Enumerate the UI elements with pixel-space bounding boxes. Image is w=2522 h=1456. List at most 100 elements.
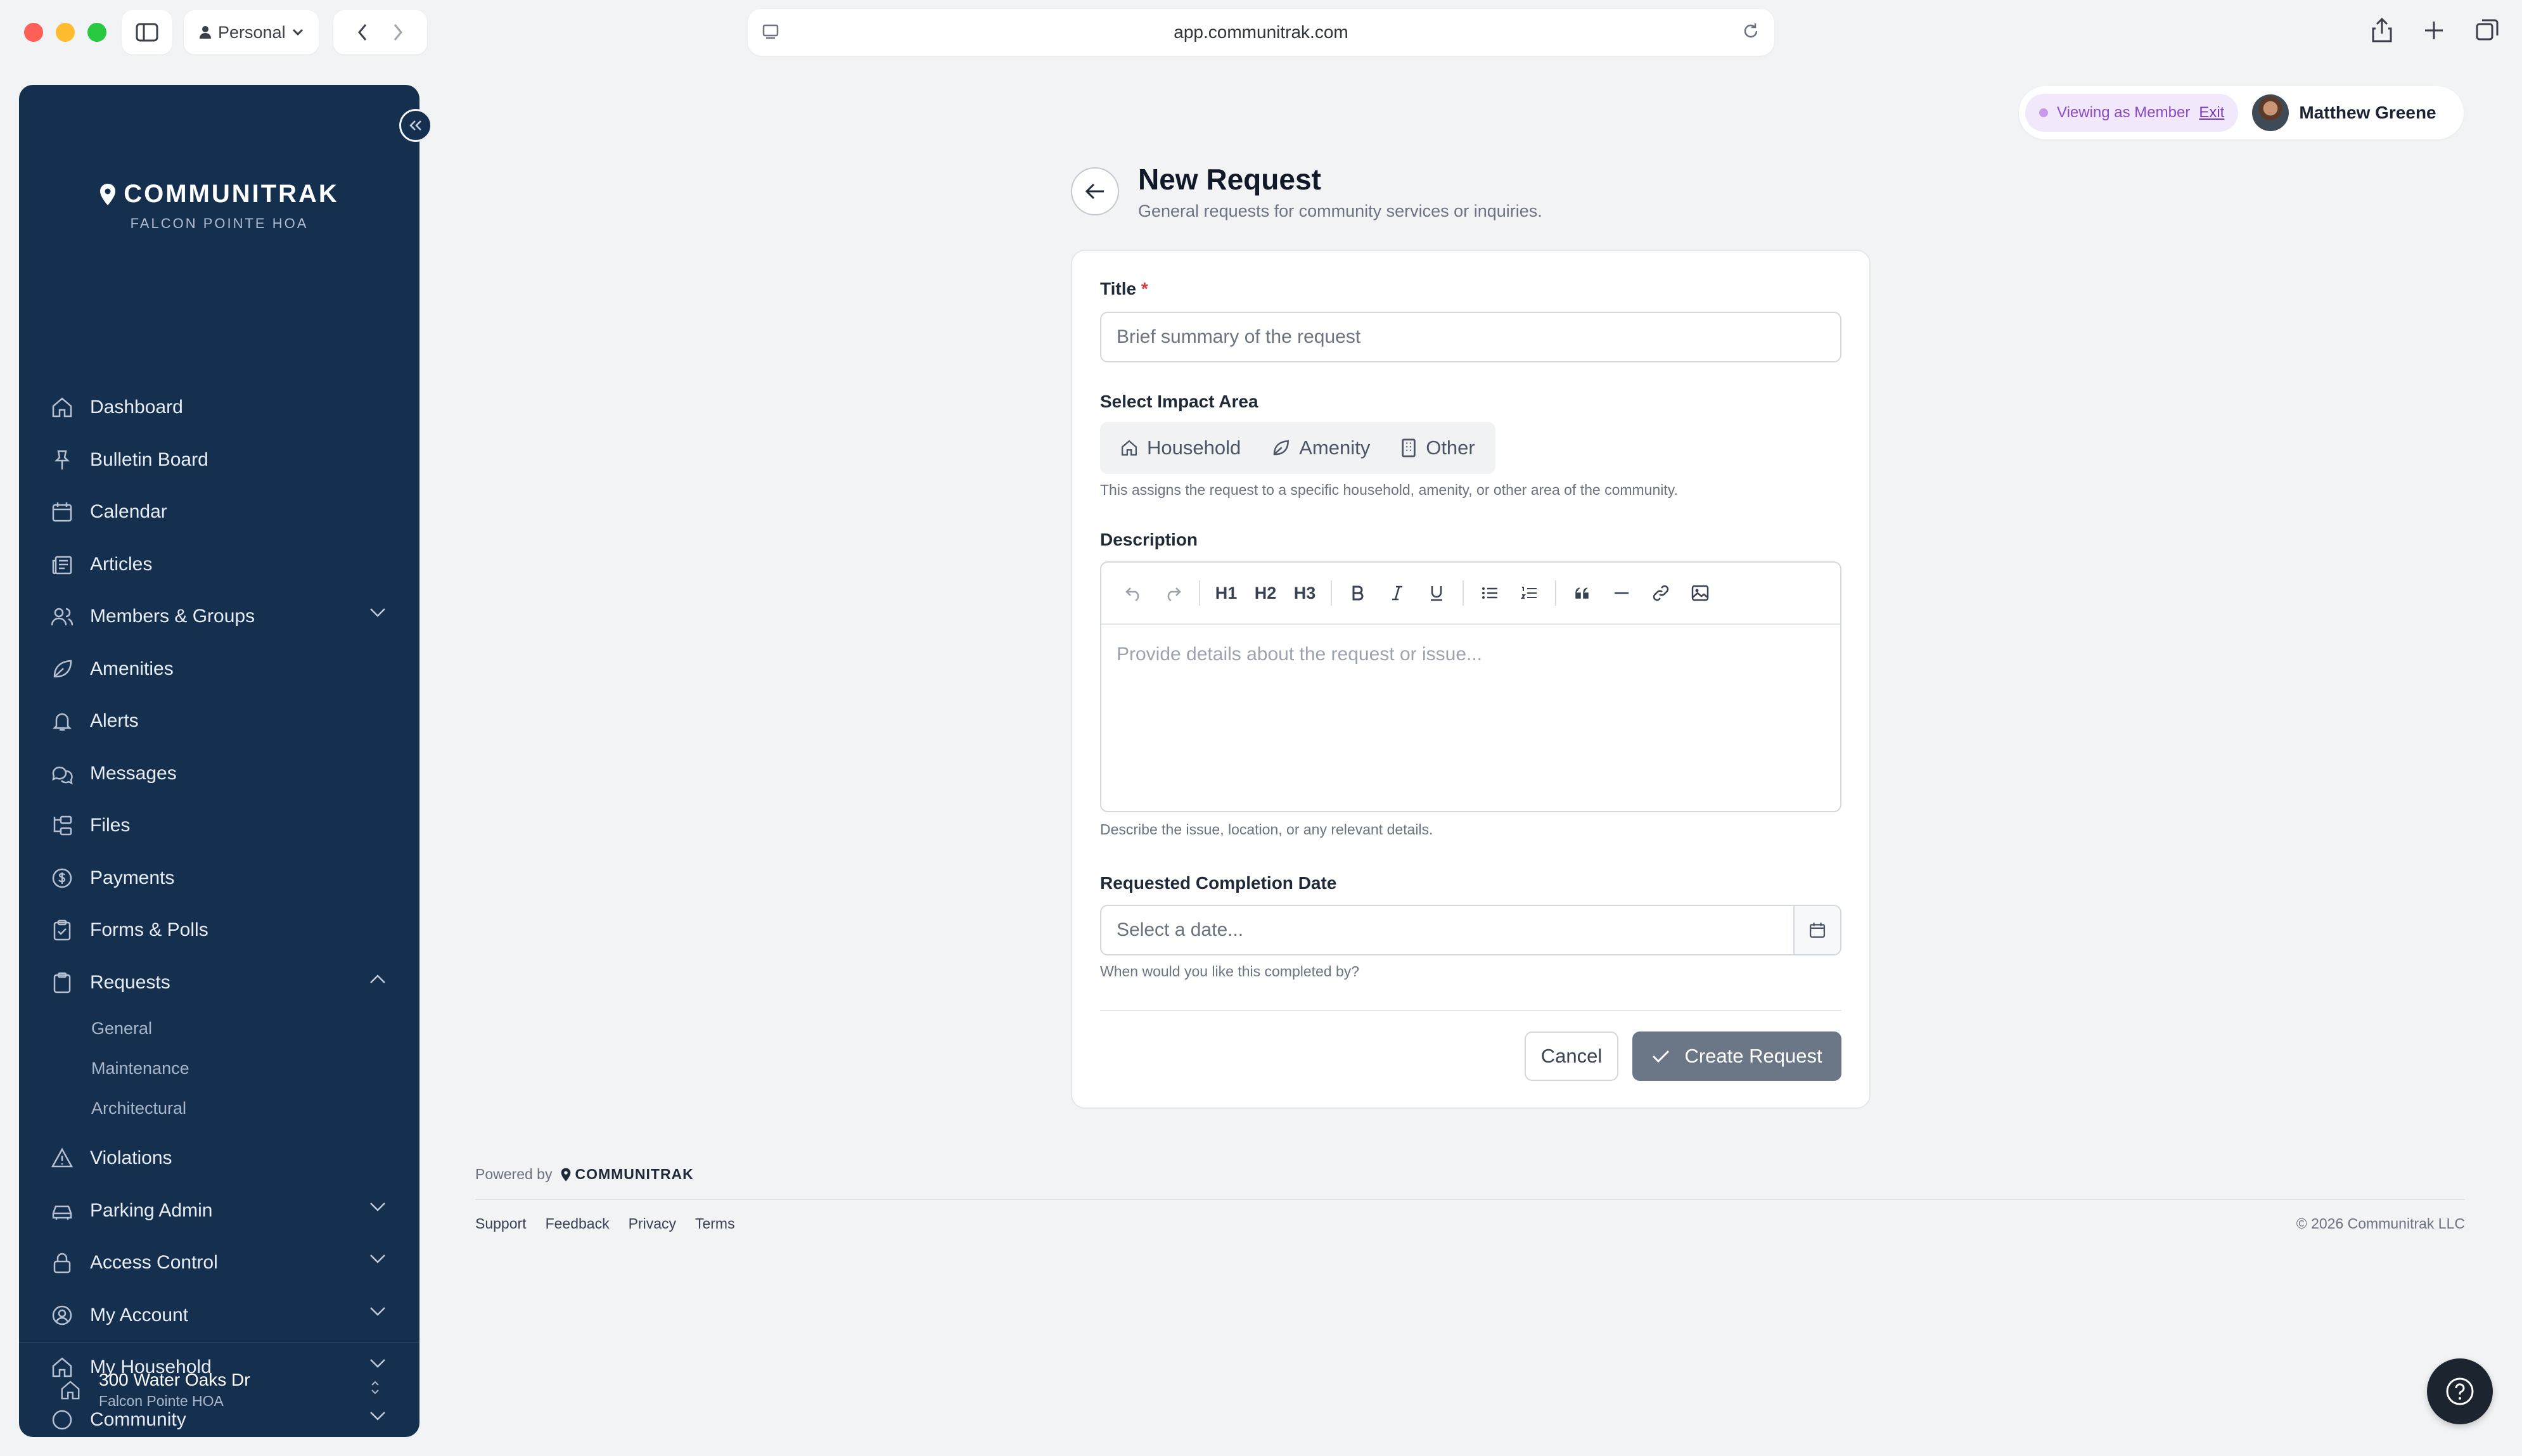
user-name[interactable]: Matthew Greene [2299,103,2436,123]
underline-icon [1431,586,1442,601]
help-button[interactable] [2427,1358,2493,1424]
window-controls [24,23,106,42]
minimize-window-button[interactable] [56,23,75,42]
new-tab-icon[interactable] [2423,18,2445,43]
title-input[interactable]: Brief summary of the request [1100,312,1841,362]
sidebar-item-amenities[interactable]: Amenities [19,643,419,696]
italic-button[interactable] [1378,573,1417,613]
bold-button[interactable] [1338,573,1378,613]
footer-link-terms[interactable]: Terms [695,1215,735,1232]
sidebar-item-calendar[interactable]: Calendar [19,486,419,539]
cancel-button[interactable]: Cancel [1525,1031,1618,1081]
toolbar-divider [1331,580,1332,606]
collapse-sidebar-button[interactable] [399,109,432,142]
chevron-down-icon [292,29,303,36]
sidebar-item-alerts[interactable]: Alerts [19,695,419,748]
page-settings-icon[interactable] [762,23,779,41]
heading-1-button[interactable]: H1 [1207,573,1246,613]
footer-link-support[interactable]: Support [475,1215,527,1232]
numbered-list-button[interactable] [1509,573,1549,613]
home-icon [61,1380,80,1399]
sidebar-item-label: Payments [90,867,175,888]
brand-name: COMMUNITRAK [124,180,339,208]
user-circle-icon [52,1305,72,1325]
profile-selector[interactable]: Personal [184,10,319,54]
undo-button[interactable] [1114,573,1153,613]
heading-3-button[interactable]: H3 [1285,573,1324,613]
sidebar-item-forms-polls[interactable]: Forms & Polls [19,904,419,957]
sidebar-item-articles[interactable]: Articles [19,539,419,591]
sidebar-subitem-maintenance[interactable]: Maintenance [19,1049,419,1089]
calendar-icon [52,502,72,522]
image-button[interactable] [1680,573,1720,613]
back-button[interactable] [1071,167,1119,215]
bullet-list-button[interactable] [1470,573,1509,613]
create-request-button[interactable]: Create Request [1632,1031,1841,1081]
share-icon[interactable] [2371,18,2393,43]
car-icon [52,1205,72,1220]
sidebar-nav: Dashboard Bulletin Board Calendar Articl… [19,381,419,1437]
chevron-down-icon [370,1255,385,1263]
sidebar-subitem-architectural[interactable]: Architectural [19,1089,419,1128]
sidebar-item-label: Violations [90,1147,172,1169]
browser-chrome: Personal app.communitrak.com [0,0,2522,66]
location-pin-icon [100,183,116,205]
chat-bubbles-icon [52,766,73,784]
sidebar-item-messages[interactable]: Messages [19,748,419,800]
footer-links: Support Feedback Privacy Terms [475,1215,735,1232]
sidebar-icon [136,23,158,42]
numbered-list-icon [1521,587,1537,599]
impact-option-other[interactable]: Other [1385,427,1490,469]
close-window-button[interactable] [24,23,43,42]
footer-link-privacy[interactable]: Privacy [629,1215,676,1232]
impact-option-label: Household [1147,437,1241,459]
footer-link-feedback[interactable]: Feedback [546,1215,610,1232]
redo-button[interactable] [1153,573,1193,613]
title-label: Title * [1100,279,1148,299]
description-input[interactable]: Provide details about the request or iss… [1101,625,1840,684]
sidebar-item-requests[interactable]: Requests [19,957,419,1009]
date-picker-button[interactable] [1793,905,1841,955]
link-button[interactable] [1641,573,1680,613]
impact-option-household[interactable]: Household [1105,427,1256,469]
sidebar-subitem-general[interactable]: General [19,1009,419,1049]
folder-tree-icon [53,816,72,836]
chevron-up-icon [370,974,385,983]
sidebar-toggle-button[interactable] [122,10,172,54]
bullet-list-icon [1482,587,1497,599]
sidebar-item-label: Bulletin Board [90,449,208,470]
sidebar-item-violations[interactable]: Violations [19,1132,419,1185]
blockquote-button[interactable] [1563,573,1602,613]
back-icon[interactable] [357,23,368,41]
completion-date-input[interactable]: Select a date... [1100,905,1793,955]
reload-icon[interactable] [1741,22,1760,41]
maximize-window-button[interactable] [87,23,106,42]
sidebar-item-parking-admin[interactable]: Parking Admin [19,1185,419,1237]
browser-actions [2371,18,2499,43]
brand-logo[interactable]: COMMUNITRAK FALCON POINTE HOA [19,180,419,232]
sidebar-item-access-control[interactable]: Access Control [19,1237,419,1289]
sidebar-item-bulletin-board[interactable]: Bulletin Board [19,434,419,487]
address-bar[interactable]: app.communitrak.com [748,9,1774,56]
sidebar-item-payments[interactable]: Payments [19,852,419,905]
underline-button[interactable] [1417,573,1456,613]
clipboard-icon [53,972,71,993]
impact-option-amenity[interactable]: Amenity [1256,427,1385,469]
avatar[interactable] [2252,94,2289,131]
description-help: Describe the issue, location, or any rel… [1100,821,1433,838]
create-request-label: Create Request [1684,1045,1822,1067]
tab-overview-icon[interactable] [2475,18,2499,43]
sidebar-item-my-account[interactable]: My Account [19,1289,419,1342]
forward-icon[interactable] [393,23,403,41]
footer-brand[interactable]: COMMUNITRAK [561,1166,693,1183]
heading-2-button[interactable]: H2 [1246,573,1285,613]
sidebar-item-members-groups[interactable]: Members & Groups [19,591,419,643]
chevron-down-icon [370,1202,385,1211]
horizontal-rule-button[interactable] [1602,573,1641,613]
sidebar-item-dashboard[interactable]: Dashboard [19,381,419,434]
exit-view-link[interactable]: Exit [2199,104,2224,122]
arrow-left-icon [1085,183,1104,200]
sidebar-item-files[interactable]: Files [19,800,419,852]
household-switcher[interactable]: 300 Water Oaks Dr Falcon Pointe HOA [19,1342,419,1437]
person-icon [200,26,211,39]
